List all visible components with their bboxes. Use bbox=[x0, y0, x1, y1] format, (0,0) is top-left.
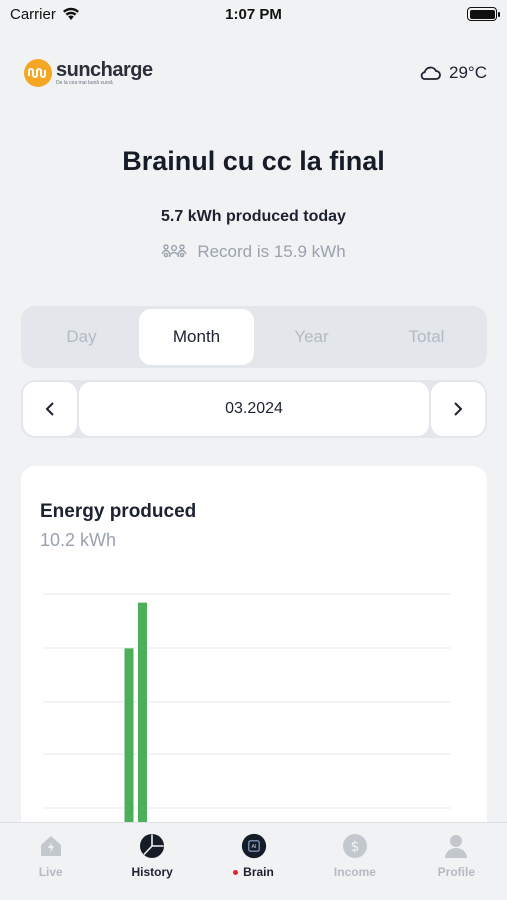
period-selector: Day Month Year Total bbox=[21, 306, 487, 368]
tab-total[interactable]: Total bbox=[369, 309, 484, 365]
person-icon bbox=[443, 833, 469, 859]
record-row: Record is 15.9 kWh bbox=[0, 242, 507, 262]
tab-brain-text: Brain bbox=[243, 865, 274, 879]
chevron-left-icon bbox=[45, 402, 54, 416]
crowd-icon bbox=[162, 244, 187, 258]
tab-profile[interactable]: Profile bbox=[406, 823, 507, 900]
tab-live[interactable]: Live bbox=[0, 823, 101, 900]
energy-bar-chart bbox=[43, 593, 451, 846]
current-period[interactable]: 03.2024 bbox=[79, 382, 429, 436]
next-period-button[interactable] bbox=[431, 382, 485, 436]
chevron-right-icon bbox=[454, 402, 463, 416]
chart-bar-day-8[interactable] bbox=[138, 602, 147, 846]
tab-brain[interactable]: AI Brain bbox=[203, 823, 304, 900]
tab-income-label: Income bbox=[333, 865, 376, 879]
app-header: suncharge De la cea mai bună sursă 29°C bbox=[24, 56, 487, 90]
tab-history[interactable]: History bbox=[101, 823, 202, 900]
chart-bar-day-7[interactable] bbox=[124, 648, 134, 846]
svg-text:AI: AI bbox=[251, 844, 257, 850]
temperature-label: 29°C bbox=[449, 63, 487, 82]
date-navigator: 03.2024 bbox=[21, 380, 487, 438]
tab-brain-label: Brain bbox=[233, 865, 274, 879]
dollar-icon: $ bbox=[342, 833, 368, 859]
energy-card: Energy produced 10.2 kWh bbox=[21, 466, 487, 846]
logo-mark-icon bbox=[24, 59, 52, 87]
battery-icon bbox=[467, 7, 500, 21]
house-icon bbox=[38, 833, 64, 859]
clock: 1:07 PM bbox=[225, 5, 282, 23]
page-title: Brainul cu cc la final bbox=[122, 146, 385, 176]
tab-month[interactable]: Month bbox=[139, 309, 254, 365]
tab-year[interactable]: Year bbox=[254, 309, 369, 365]
weather-widget: 29°C bbox=[419, 63, 487, 83]
produced-today-label: 5.7 kWh produced today bbox=[161, 208, 346, 225]
tab-history-label: History bbox=[131, 865, 173, 879]
svg-text:$: $ bbox=[350, 839, 359, 855]
suncharge-logo: suncharge De la cea mai bună sursă bbox=[24, 59, 153, 87]
logo-tagline: De la cea mai bună sursă bbox=[56, 80, 113, 86]
logo-text: suncharge bbox=[56, 59, 153, 81]
previous-period-button[interactable] bbox=[23, 382, 77, 436]
tab-profile-label: Profile bbox=[437, 865, 475, 879]
tab-day[interactable]: Day bbox=[24, 309, 139, 365]
tab-income[interactable]: $ Income bbox=[304, 823, 405, 900]
cloud-icon bbox=[420, 66, 441, 80]
record-label: Record is 15.9 kWh bbox=[197, 242, 346, 261]
tab-live-label: Live bbox=[38, 865, 63, 879]
chip-icon: AI bbox=[241, 833, 267, 859]
notification-dot bbox=[233, 869, 239, 875]
pie-chart-icon bbox=[139, 833, 165, 859]
tab-bar: Live History AI Brain $ Income Profile bbox=[0, 822, 507, 900]
energy-card-total: 10.2 kWh bbox=[40, 530, 117, 550]
energy-card-title: Energy produced bbox=[40, 501, 197, 522]
status-bar: Carrier 1:07 PM bbox=[0, 0, 507, 28]
